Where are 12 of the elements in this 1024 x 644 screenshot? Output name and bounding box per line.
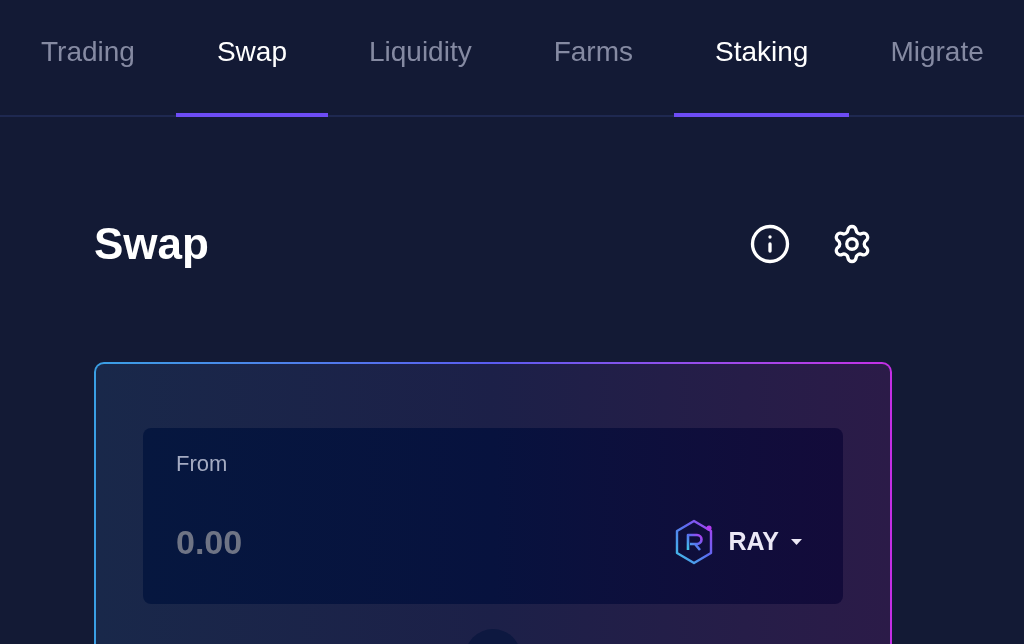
from-label: From <box>176 450 229 478</box>
info-icon[interactable] <box>749 223 791 265</box>
amount-input[interactable]: 0.00 <box>176 516 476 568</box>
token-select-button[interactable]: RAY <box>672 519 810 565</box>
page-title: Swap <box>94 218 209 270</box>
nav-tab[interactable]: Staking <box>674 0 850 117</box>
nav-tab[interactable]: Migrate <box>849 0 1024 117</box>
nav-tab[interactable]: Farms <box>512 0 674 117</box>
nav-tab[interactable]: Liquidity <box>327 0 513 117</box>
nav-tab[interactable]: Trading <box>0 0 176 117</box>
caret-icon <box>791 539 802 545</box>
nav-tab[interactable]: Swap <box>175 0 328 117</box>
